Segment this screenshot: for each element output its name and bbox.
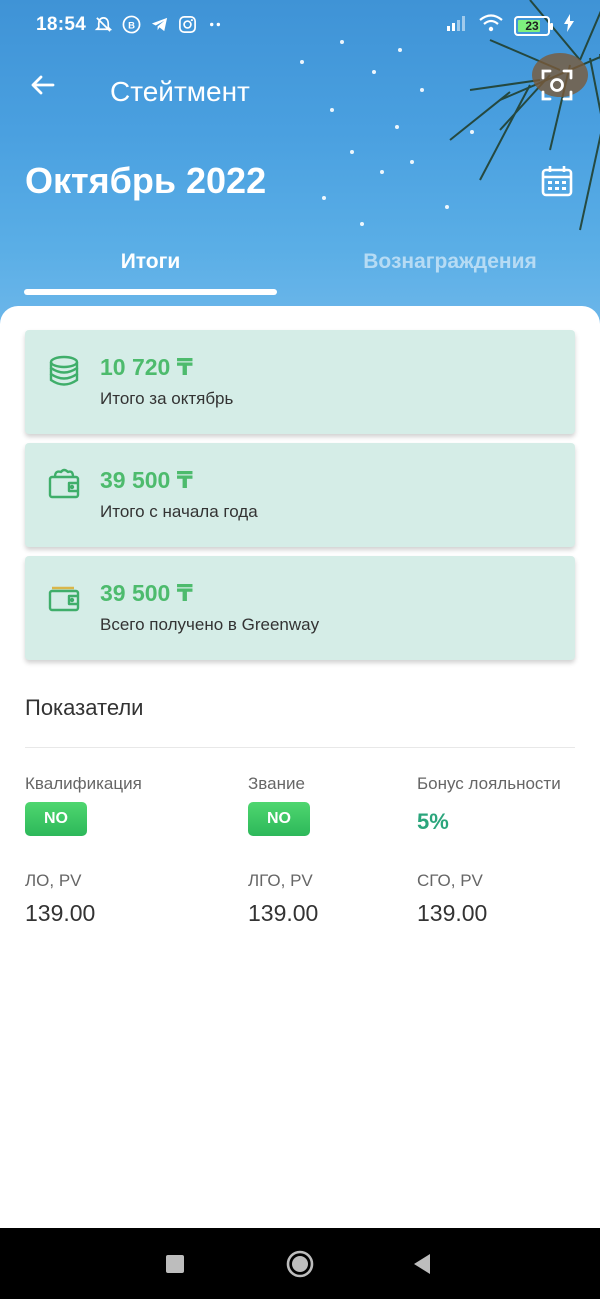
tab-rewards[interactable]: Вознаграждения	[330, 250, 570, 274]
snowflake	[470, 130, 474, 134]
more-icon	[206, 15, 225, 34]
arrow-left-icon	[31, 75, 55, 95]
tab-totals[interactable]: Итоги	[24, 250, 277, 274]
card-month-total[interactable]: 10 720 ₸ Итого за октябрь	[25, 330, 575, 434]
loyalty-bonus-value: 5%	[417, 809, 449, 834]
snowflake	[380, 170, 384, 174]
snowflake	[445, 205, 449, 209]
back-button[interactable]	[26, 68, 60, 102]
status-time: 18:54	[36, 14, 87, 35]
instagram-icon	[178, 15, 197, 34]
snowflake	[372, 70, 376, 74]
snowflake	[395, 125, 399, 129]
card-amount: 10 720 ₸	[100, 354, 193, 380]
svg-text:B: B	[128, 20, 135, 31]
sgo-pv-value: 139.00	[417, 900, 488, 926]
card-greenway-total[interactable]: 39 500 ₸ Всего получено в Greenway	[25, 556, 575, 660]
muted-notifications-icon	[94, 15, 113, 34]
lgo-pv-value: 139.00	[248, 900, 319, 926]
battery-level: 23	[525, 18, 539, 33]
battery-icon: 23	[514, 15, 553, 36]
qualification-label: Квалификация	[25, 774, 142, 793]
circle-icon	[286, 1250, 314, 1278]
period-title: Октябрь 2022	[25, 160, 267, 201]
snowflake	[330, 108, 334, 112]
snowflake	[322, 196, 326, 200]
page-title: Стейтмент	[110, 76, 250, 107]
card-amount: 39 500 ₸	[100, 580, 193, 606]
rank-label: Звание	[248, 774, 305, 793]
loyalty-bonus-label: Бонус лояльности	[417, 774, 561, 793]
card-label: Всего получено в Greenway	[100, 615, 320, 634]
home-button[interactable]	[285, 1249, 315, 1279]
divider	[25, 747, 575, 748]
triangle-back-icon	[414, 1254, 430, 1274]
status-bar: 18:54 B 23	[0, 0, 600, 54]
snowflake	[420, 88, 424, 92]
sgo-pv-label: СГО, PV	[417, 871, 483, 890]
scan-button[interactable]	[540, 68, 574, 102]
square-icon	[166, 1255, 184, 1273]
snowflake	[410, 160, 414, 164]
indicators-title: Показатели	[25, 695, 144, 720]
wifi-icon	[478, 14, 504, 37]
calendar-button[interactable]	[540, 164, 574, 198]
rank-badge: NO	[248, 802, 310, 836]
wallet-cards-icon	[48, 586, 80, 612]
telegram-icon	[150, 15, 169, 34]
active-tab-indicator	[24, 289, 277, 295]
vk-icon: B	[122, 15, 141, 34]
recents-button[interactable]	[160, 1249, 190, 1279]
lgo-pv-label: ЛГО, PV	[248, 871, 313, 890]
card-year-total[interactable]: 39 500 ₸ Итого с начала года	[25, 443, 575, 547]
snowflake	[300, 60, 304, 64]
signal-icon	[446, 14, 468, 37]
card-label: Итого с начала года	[100, 502, 258, 521]
lo-pv-value: 139.00	[25, 900, 96, 926]
back-nav-button[interactable]	[408, 1249, 438, 1279]
coins-stack-icon	[49, 355, 79, 386]
calendar-icon	[541, 166, 573, 197]
card-label: Итого за октябрь	[100, 389, 234, 408]
charging-icon	[564, 14, 574, 37]
snowflake	[360, 222, 364, 226]
card-amount: 39 500 ₸	[100, 467, 193, 493]
scan-icon	[541, 69, 573, 101]
snowflake	[350, 150, 354, 154]
lo-pv-label: ЛО, PV	[25, 871, 82, 890]
system-navigation-bar	[0, 1228, 600, 1299]
qualification-badge: NO	[25, 802, 87, 836]
wallet-icon	[48, 468, 80, 499]
